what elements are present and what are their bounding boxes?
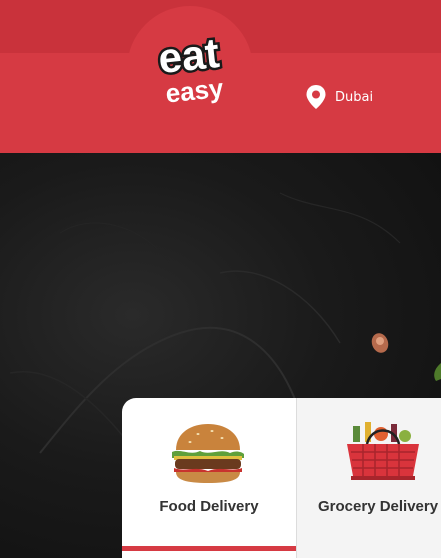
- grocery-basket-icon: [347, 422, 419, 480]
- active-tab-indicator: [122, 546, 296, 551]
- food-delivery-label: Food Delivery: [159, 498, 259, 515]
- service-tabs: Food Delivery Grocery Delivery: [122, 398, 441, 558]
- eat-easy-logo[interactable]: eat easy: [140, 26, 240, 110]
- burger-icon: [172, 424, 244, 483]
- location-selector[interactable]: Dubai: [305, 84, 373, 110]
- tab-grocery-delivery[interactable]: Grocery Delivery: [296, 398, 441, 558]
- tab-food-delivery[interactable]: Food Delivery: [122, 398, 296, 558]
- map-pin-icon: [306, 85, 326, 109]
- svg-text:easy: easy: [164, 73, 225, 109]
- grocery-delivery-label: Grocery Delivery: [318, 498, 439, 515]
- location-label: Dubai: [335, 89, 374, 105]
- site-header: eat easy Dubai: [0, 0, 441, 153]
